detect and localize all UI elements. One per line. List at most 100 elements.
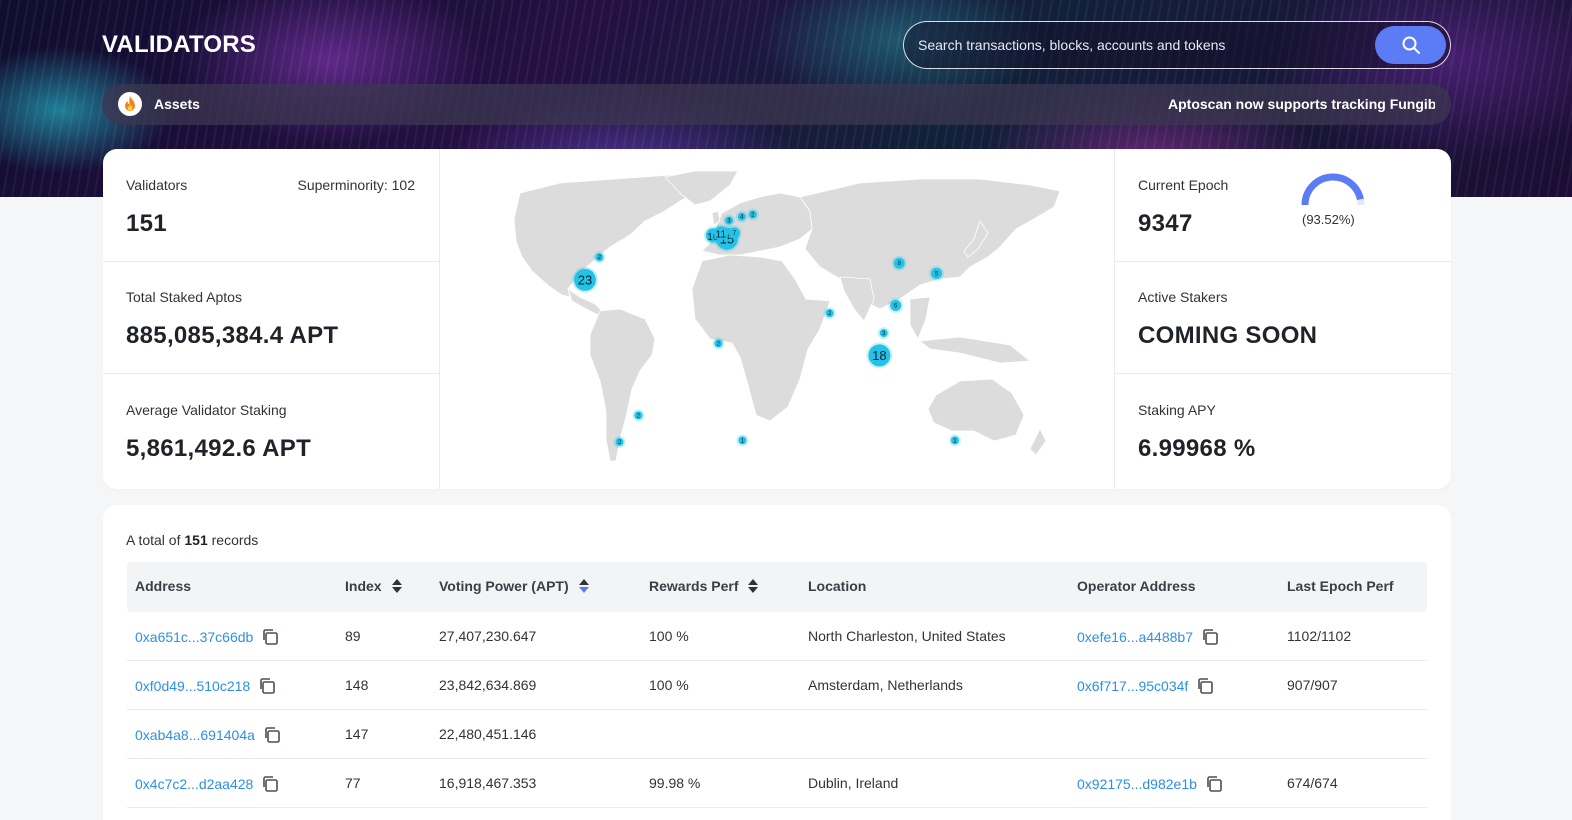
copy-icon[interactable]: [261, 775, 279, 793]
page-title: VALIDATORS: [102, 31, 257, 58]
sort-icon[interactable]: [391, 578, 402, 594]
voting-power-cell: 27,407,230.647: [439, 628, 537, 644]
operator-cell: 0xefe16...a4488b7: [1077, 628, 1219, 646]
address-link[interactable]: 0xf0d49...510c218: [135, 678, 250, 694]
validator-cluster-marker[interactable]: 3: [723, 214, 735, 227]
validator-world-map[interactable]: 2318151011743285632222211: [440, 149, 1114, 489]
sort-icon[interactable]: [748, 578, 759, 594]
voting-power-cell: 22,480,451.146: [439, 726, 537, 742]
rewards-perf-cell: 99.98 %: [649, 775, 701, 791]
avg-staking-label: Average Validator Staking: [126, 402, 287, 418]
address-link[interactable]: 0x4c7c2...d2aa428: [135, 776, 253, 792]
column-last-epoch-perf: Last Epoch Perf: [1287, 578, 1394, 594]
last-epoch-perf-cell: 1102/1102: [1287, 628, 1352, 644]
superminority-label: Superminority: 102: [297, 177, 415, 193]
epoch-progress-gauge: [1301, 173, 1365, 206]
copy-icon[interactable]: [261, 628, 279, 646]
validator-cluster-marker[interactable]: 7: [726, 225, 742, 241]
operator-link[interactable]: 0x6f717...95c034f: [1077, 678, 1188, 694]
column-rewards-perf-label: Rewards Perf: [649, 578, 739, 594]
world-map-svg: 2318151011743285632222211: [513, 170, 1061, 462]
validator-cluster-marker[interactable]: 1: [736, 434, 749, 447]
current-epoch-value: 9347: [1138, 210, 1193, 237]
address-cell: 0xa651c...37c66db: [135, 628, 279, 646]
asia: [799, 178, 1061, 310]
records-total: 151: [184, 532, 208, 548]
validator-cluster-marker[interactable]: 2: [746, 208, 759, 221]
avg-staking-stat: Average Validator Staking 5,861,492.6 AP…: [103, 374, 439, 487]
address-link[interactable]: 0xa651c...37c66db: [135, 629, 253, 645]
column-last-epoch-label: Last Epoch Perf: [1287, 578, 1394, 594]
land-masses: [513, 170, 1061, 462]
index-cell: 77: [345, 775, 361, 791]
column-location-label: Location: [808, 578, 867, 594]
column-index[interactable]: Index: [345, 578, 402, 594]
column-address-label: Address: [135, 578, 192, 594]
validators-value: 151: [126, 210, 167, 237]
column-rewards-perf[interactable]: Rewards Perf: [649, 578, 759, 594]
address-cell: 0xf0d49...510c218: [135, 677, 276, 695]
operator-link[interactable]: 0x92175...d982e1b: [1077, 776, 1197, 792]
location-cell: North Charleston, United States: [808, 628, 1006, 644]
copy-icon[interactable]: [263, 726, 281, 744]
epoch-progress-percent: (93.52%): [1302, 212, 1355, 227]
indonesia: [918, 336, 1032, 364]
rewards-perf-cell: 100 %: [649, 628, 689, 644]
search-input[interactable]: [918, 22, 1373, 68]
copy-icon[interactable]: [1196, 677, 1214, 695]
validators-stat: Validators Superminority: 102 151: [103, 149, 439, 262]
table-row: 0x4c7c2...d2aa428 77 16,918,467.353 99.9…: [127, 759, 1427, 808]
rewards-perf-cell: 100 %: [649, 677, 689, 693]
india: [839, 276, 875, 322]
validator-cluster-marker[interactable]: 18: [866, 342, 893, 369]
validator-cluster-marker[interactable]: 4: [735, 210, 748, 223]
copy-icon[interactable]: [1205, 775, 1223, 793]
validator-cluster-marker[interactable]: 1: [948, 434, 961, 447]
records-count: A total of 151 records: [126, 532, 258, 548]
address-cell: 0xab4a8...691404a: [135, 726, 281, 744]
search-bar: [903, 21, 1451, 69]
copy-icon[interactable]: [258, 677, 276, 695]
column-voting-power-label: Voting Power (APT): [439, 578, 569, 594]
address-cell: 0x4c7c2...d2aa428: [135, 775, 279, 793]
validator-cluster-marker[interactable]: 5: [929, 265, 945, 281]
search-icon: [1402, 36, 1420, 54]
table-header: Address Index Voting Power (APT) Rewards…: [127, 562, 1427, 612]
new-zealand: [1029, 428, 1047, 456]
validator-cluster-marker[interactable]: 2: [632, 409, 645, 422]
ticker-track: Assets Aptoscan now supports tracking Fu…: [154, 84, 1435, 125]
validator-cluster-marker[interactable]: 2: [712, 337, 725, 350]
validator-cluster-marker[interactable]: 2: [613, 436, 626, 449]
operator-cell: 0x6f717...95c034f: [1077, 677, 1214, 695]
validator-cluster-marker[interactable]: 3: [877, 327, 890, 340]
voting-power-cell: 16,918,467.353: [439, 775, 537, 791]
announcement-ticker[interactable]: Assets Aptoscan now supports tracking Fu…: [102, 84, 1451, 125]
column-voting-power[interactable]: Voting Power (APT): [439, 578, 589, 594]
address-link[interactable]: 0xab4a8...691404a: [135, 727, 255, 743]
validator-cluster-marker[interactable]: 23: [572, 266, 598, 293]
validator-cluster-marker[interactable]: 8: [891, 255, 907, 271]
last-epoch-perf-cell: 907/907: [1287, 677, 1338, 693]
validator-cluster-marker[interactable]: 2: [823, 307, 836, 320]
last-epoch-perf-cell: 674/674: [1287, 775, 1338, 791]
column-operator-address: Operator Address: [1077, 578, 1196, 594]
validator-cluster-marker[interactable]: 6: [888, 297, 904, 313]
validator-cluster-marker[interactable]: 2: [593, 251, 606, 264]
search-button[interactable]: [1375, 26, 1446, 64]
sort-desc-icon[interactable]: [578, 578, 589, 594]
total-staked-value: 885,085,384.4 APT: [126, 322, 339, 349]
total-staked-label: Total Staked Aptos: [126, 289, 242, 305]
operator-link[interactable]: 0xefe16...a4488b7: [1077, 629, 1193, 645]
index-cell: 148: [345, 677, 369, 693]
fire-icon: [118, 92, 142, 116]
active-stakers-stat: Active Stakers COMING SOON: [1115, 261, 1451, 374]
voting-power-cell: 23,842,634.869: [439, 677, 537, 693]
stats-right-column: Current Epoch 9347 (93.52%) Active Stake…: [1114, 149, 1451, 489]
ticker-text-start: Assets: [154, 96, 200, 112]
column-index-label: Index: [345, 578, 382, 594]
active-stakers-label: Active Stakers: [1138, 289, 1228, 305]
copy-icon[interactable]: [1201, 628, 1219, 646]
current-epoch-stat: Current Epoch 9347 (93.52%): [1115, 149, 1451, 262]
staking-apy-value: 6.99968 %: [1138, 435, 1256, 462]
southeast-asia: [909, 296, 931, 340]
